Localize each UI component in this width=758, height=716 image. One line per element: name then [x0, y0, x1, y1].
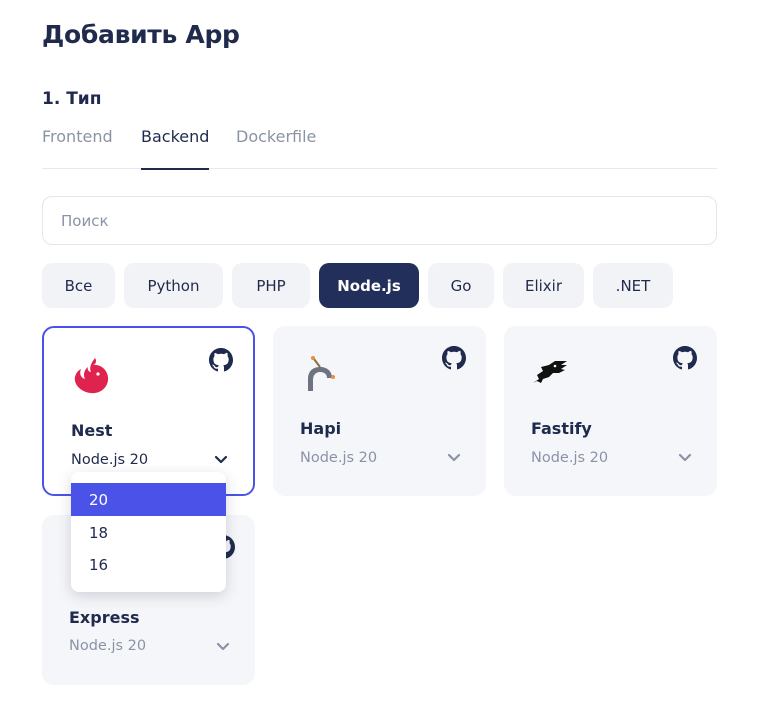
tab-frontend[interactable]: Frontend [42, 127, 113, 169]
framework-name: Nest [71, 421, 113, 440]
chevron-down-icon[interactable] [213, 454, 229, 466]
chevron-down-icon[interactable] [446, 452, 462, 464]
github-icon[interactable] [442, 346, 466, 370]
search-box [42, 196, 717, 245]
filter-dotnet[interactable]: .NET [593, 263, 673, 308]
runtime-version[interactable]: Node.js 20 [69, 638, 146, 654]
filter-php[interactable]: PHP [232, 263, 310, 308]
section-title: 1. Тип [42, 89, 102, 109]
runtime-version[interactable]: Node.js 20 [300, 450, 377, 466]
version-option-18[interactable]: 18 [71, 516, 226, 549]
chevron-down-icon[interactable] [215, 641, 231, 653]
chevron-down-icon[interactable] [677, 452, 693, 464]
tab-backend[interactable]: Backend [141, 127, 209, 170]
fastify-logo-icon [533, 361, 567, 383]
hapi-logo-icon [308, 356, 335, 391]
framework-card-hapi[interactable]: Hapi Node.js 20 [273, 326, 486, 496]
page-title: Добавить App [42, 20, 240, 49]
filter-elixir[interactable]: Elixir [503, 263, 584, 308]
version-dropdown-menu: 20 18 16 [71, 472, 226, 592]
runtime-version[interactable]: Node.js 20 [71, 452, 148, 468]
version-option-20[interactable]: 20 [71, 483, 226, 516]
framework-card-nest[interactable]: Nest Node.js 20 [42, 326, 255, 496]
framework-name: Fastify [531, 419, 592, 438]
filter-nodejs[interactable]: Node.js [319, 263, 419, 308]
nestjs-logo-icon [74, 358, 109, 394]
github-icon[interactable] [673, 346, 697, 370]
filter-go[interactable]: Go [428, 263, 494, 308]
version-option-16[interactable]: 16 [71, 548, 226, 581]
tab-dockerfile[interactable]: Dockerfile [236, 127, 316, 169]
github-icon[interactable] [209, 348, 233, 372]
type-tabs: Frontend Backend Dockerfile [42, 127, 717, 170]
search-input[interactable] [43, 197, 716, 244]
framework-card-fastify[interactable]: Fastify Node.js 20 [504, 326, 717, 496]
runtime-version[interactable]: Node.js 20 [531, 450, 608, 466]
filter-python[interactable]: Python [124, 263, 223, 308]
framework-name: Express [69, 608, 140, 627]
framework-name: Hapi [300, 419, 342, 438]
filter-all[interactable]: Все [42, 263, 115, 308]
